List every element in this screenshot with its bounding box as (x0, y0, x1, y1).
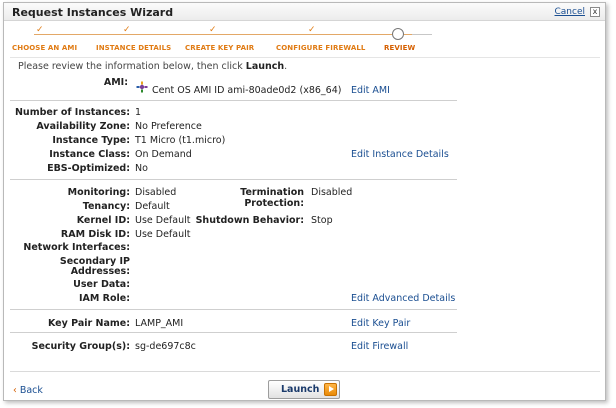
termination-protection-value: Disabled (311, 187, 353, 198)
shutdown-behavior-label: Shutdown Behavior: (195, 215, 304, 226)
ram-disk-id-label: RAM Disk ID: (60, 229, 130, 240)
intro-launch-word: Launch (245, 61, 285, 72)
play-arrow-icon (324, 383, 337, 396)
launch-button[interactable]: Launch (268, 380, 340, 399)
network-interfaces-label: Network Interfaces: (23, 242, 130, 253)
availability-zone-label: Availability Zone: (36, 121, 130, 132)
number-of-instances-value: 1 (135, 107, 142, 118)
edit-advanced-details-link[interactable]: Edit Advanced Details (351, 293, 455, 304)
security-groups-value: sg-de697c8c (135, 341, 196, 352)
user-data-label: User Data: (73, 279, 130, 290)
section-divider (10, 100, 457, 101)
iam-role-label: IAM Role: (79, 293, 130, 304)
monitoring-label: Monitoring: (67, 187, 130, 198)
instance-type-label: Instance Type: (52, 135, 130, 146)
linux-distro-icon (136, 81, 148, 93)
footer-divider (10, 371, 600, 372)
tenancy-label: Tenancy: (82, 201, 130, 212)
edit-instance-details-link[interactable]: Edit Instance Details (351, 149, 449, 160)
edit-firewall-link[interactable]: Edit Firewall (351, 341, 408, 352)
shutdown-behavior-value: Stop (311, 215, 333, 226)
instance-class-label: Instance Class: (49, 149, 130, 160)
kernel-id-label: Kernel ID: (76, 215, 130, 226)
secondary-ip-label-line2: Addresses: (70, 266, 130, 277)
section-divider (10, 309, 457, 310)
termination-protection-label: Termination Protection: (240, 187, 304, 209)
launch-button-label: Launch (281, 384, 320, 395)
security-groups-label: Security Group(s): (31, 341, 130, 352)
key-pair-name-value: LAMP_AMI (135, 318, 184, 329)
intro-suffix: . (284, 61, 288, 72)
ebs-optimized-value: No (135, 163, 148, 174)
intro-text: Please review the information below, the… (18, 61, 287, 72)
section-divider (10, 179, 457, 180)
ami-value: Cent OS AMI ID ami-80ade0d2 (x86_64) (152, 85, 342, 96)
back-arrow-icon: ‹ (13, 385, 17, 396)
instance-class-value: On Demand (135, 149, 192, 160)
ebs-optimized-label: EBS-Optimized: (47, 163, 130, 174)
edit-key-pair-link[interactable]: Edit Key Pair (351, 318, 410, 329)
back-link[interactable]: ‹ Back (13, 385, 43, 396)
intro-prefix: Please review the information below, the… (18, 61, 246, 72)
wizard-window: Request Instances Wizard Cancel x ✓ ✓ ✓ … (3, 2, 606, 401)
number-of-instances-label: Number of Instances: (14, 107, 130, 118)
ami-label: AMI: (103, 77, 128, 88)
monitoring-value: Disabled (135, 187, 177, 198)
availability-zone-value: No Preference (135, 121, 202, 132)
section-divider (10, 332, 457, 333)
tenancy-value: Default (135, 201, 170, 212)
back-label: Back (19, 385, 43, 396)
review-content: Please review the information below, the… (4, 3, 605, 402)
instance-type-value: T1 Micro (t1.micro) (135, 135, 226, 146)
key-pair-name-label: Key Pair Name: (47, 318, 130, 329)
edit-ami-link[interactable]: Edit AMI (351, 85, 390, 96)
ram-disk-id-value: Use Default (135, 229, 191, 240)
